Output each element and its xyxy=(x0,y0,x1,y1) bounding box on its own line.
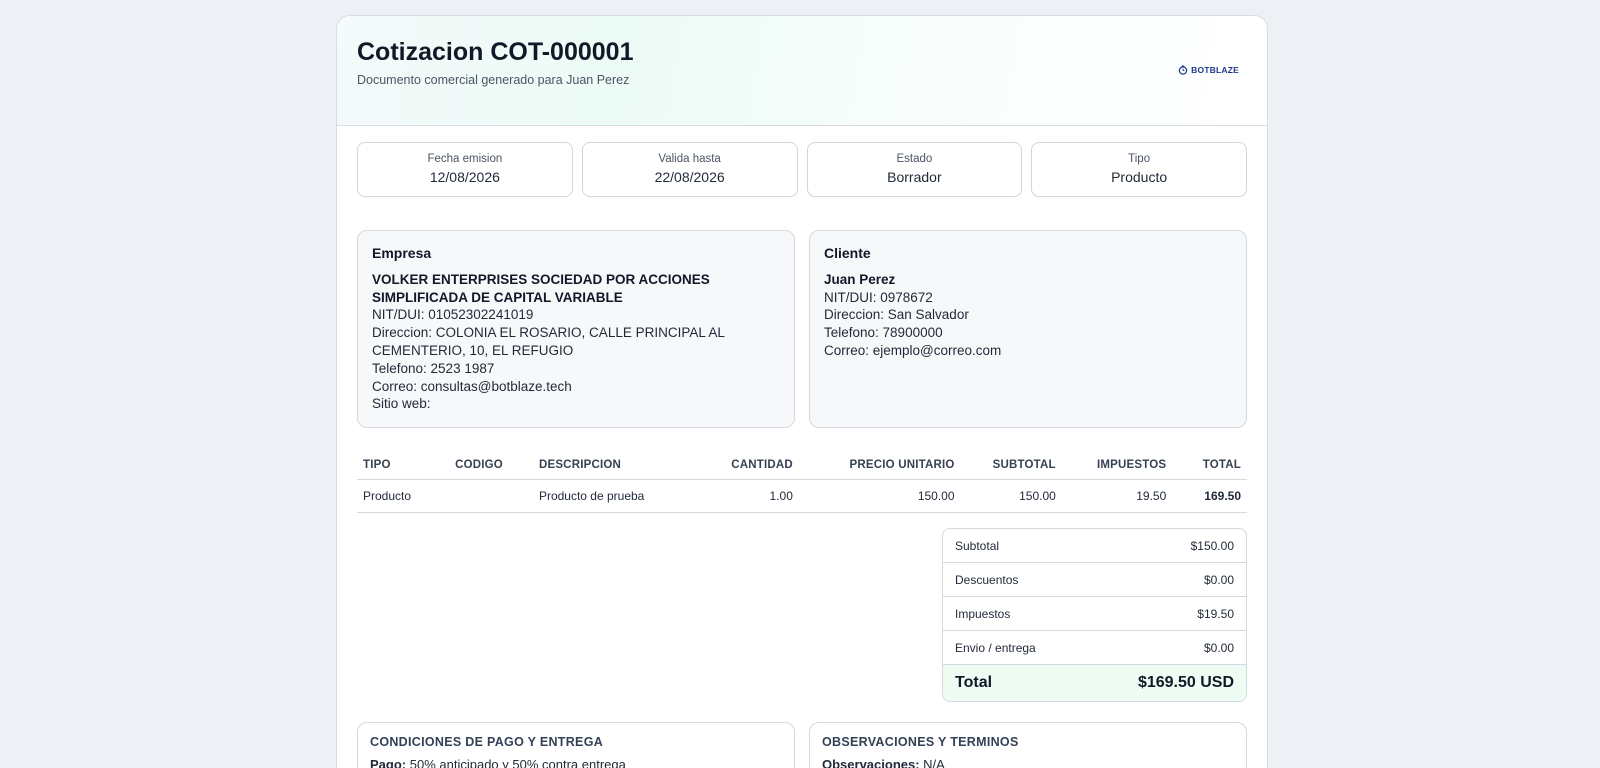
logo-clock-icon xyxy=(1178,65,1188,75)
condiciones-card: CONDICIONES DE PAGO Y ENTREGA Pago: 50% … xyxy=(357,722,795,768)
page-subtitle: Documento comercial generado para Juan P… xyxy=(357,73,630,87)
page-title: Cotizacion COT-000001 xyxy=(357,38,634,66)
logo-text: BOTBLAZE xyxy=(1191,65,1239,75)
cell-descripcion: Producto de prueba xyxy=(532,479,697,513)
meta-value: 22/08/2026 xyxy=(654,169,725,185)
totals-row-descuentos: Descuentos $0.00 xyxy=(943,563,1246,597)
terms-section: CONDICIONES DE PAGO Y ENTREGA Pago: 50% … xyxy=(357,722,1247,768)
pago-text: 50% anticipado y 50% contra entrega xyxy=(409,757,626,768)
observaciones-heading: OBSERVACIONES Y TERMINOS xyxy=(822,735,1019,749)
column-header-descripcion: DESCRIPCION xyxy=(532,452,697,480)
observaciones-label: Observaciones: xyxy=(822,757,920,768)
grand-total-label: Total xyxy=(955,674,993,691)
totals-row-subtotal: Subtotal $150.00 xyxy=(943,529,1246,563)
cell-cantidad: 1.00 xyxy=(696,479,799,513)
totals-value: $0.00 xyxy=(1203,640,1234,655)
table-row: Producto Producto de prueba 1.00 150.00 … xyxy=(357,479,1247,513)
meta-value: Producto xyxy=(1111,169,1168,185)
cliente-card: Cliente Juan Perez NIT/DUI: 0978672 Dire… xyxy=(809,230,1247,428)
condiciones-heading: CONDICIONES DE PAGO Y ENTREGA xyxy=(370,735,604,749)
totals-row-grand-total: Total $169.50 USD xyxy=(943,665,1246,701)
observaciones-value: N/A xyxy=(923,757,945,768)
empresa-nit: NIT/DUI: 01052302241019 xyxy=(372,307,534,323)
items-table: TIPO CODIGO DESCRIPCION CANTIDAD PRECIO … xyxy=(357,452,1247,513)
totals-value: $19.50 xyxy=(1197,606,1234,621)
cliente-telefono: Telefono: 78900000 xyxy=(824,325,943,341)
meta-card-valida-hasta: Valida hasta 22/08/2026 xyxy=(581,142,798,197)
column-header-subtotal: SUBTOTAL xyxy=(960,452,1062,480)
cell-tipo: Producto xyxy=(357,479,450,513)
column-header-precio-unitario: PRECIO UNITARIO xyxy=(798,452,961,480)
cliente-heading: Cliente xyxy=(824,245,871,261)
grand-total-value: $169.50 USD xyxy=(1137,674,1234,691)
pago-label: Pago: xyxy=(370,757,407,768)
meta-value: Borrador xyxy=(887,169,942,185)
meta-label: Fecha emision xyxy=(427,153,503,165)
totals-label: Descuentos xyxy=(955,572,1019,587)
totals-label: Envio / entrega xyxy=(955,640,1036,655)
meta-value: 12/08/2026 xyxy=(429,169,500,185)
empresa-card: Empresa VOLKER ENTERPRISES SOCIEDAD POR … xyxy=(357,230,795,428)
cliente-correo: Correo: ejemplo@correo.com xyxy=(824,342,1002,358)
table-header-row: TIPO CODIGO DESCRIPCION CANTIDAD PRECIO … xyxy=(357,452,1247,480)
document-meta: Fecha emision 12/08/2026 Valida hasta 22… xyxy=(357,142,1247,197)
totals-label: Subtotal xyxy=(955,538,1000,553)
cliente-direccion: Direccion: San Salvador xyxy=(824,307,969,323)
totals-summary: Subtotal $150.00 Descuentos $0.00 Impues… xyxy=(942,528,1247,702)
empresa-heading: Empresa xyxy=(372,245,432,261)
cell-codigo xyxy=(449,479,533,513)
cell-total: 169.50 xyxy=(1172,479,1247,513)
totals-value: $0.00 xyxy=(1203,572,1234,587)
cell-subtotal: 150.00 xyxy=(960,479,1062,513)
totals-row-impuestos: Impuestos $19.50 xyxy=(943,597,1246,631)
meta-label: Estado xyxy=(896,153,933,165)
totals-value: $150.00 xyxy=(1190,538,1234,553)
parties: Empresa VOLKER ENTERPRISES SOCIEDAD POR … xyxy=(357,230,1247,428)
company-logo: BOTBLAZE xyxy=(1178,65,1239,75)
column-header-codigo: CODIGO xyxy=(449,452,533,480)
empresa-name: VOLKER ENTERPRISES SOCIEDAD POR ACCIONES… xyxy=(372,271,710,305)
condiciones-pago: Pago: 50% anticipado y 50% contra entreg… xyxy=(370,757,782,768)
cliente-name: Juan Perez xyxy=(824,271,896,287)
empresa-correo: Correo: consultas@botblaze.tech xyxy=(372,378,572,394)
column-header-cantidad: CANTIDAD xyxy=(696,452,799,480)
column-header-total: TOTAL xyxy=(1172,452,1247,480)
cell-precio-unitario: 150.00 xyxy=(798,479,961,513)
observaciones-card: OBSERVACIONES Y TERMINOS Observaciones: … xyxy=(809,722,1247,768)
meta-card-tipo: Tipo Producto xyxy=(1031,142,1247,197)
column-header-tipo: TIPO xyxy=(357,452,450,480)
meta-label: Valida hasta xyxy=(658,153,721,165)
document-header: Cotizacion COT-000001 Documento comercia… xyxy=(337,16,1267,126)
quote-document: Cotizacion COT-000001 Documento comercia… xyxy=(336,15,1268,768)
meta-label: Tipo xyxy=(1128,153,1151,165)
empresa-direccion: Direccion: COLONIA EL ROSARIO, CALLE PRI… xyxy=(372,325,725,358)
totals-row-envio: Envio / entrega $0.00 xyxy=(943,631,1246,665)
cell-impuestos: 19.50 xyxy=(1061,479,1173,513)
empresa-sitio-web: Sitio web: xyxy=(372,396,431,412)
observaciones-text: Observaciones: N/A xyxy=(822,757,1234,768)
totals-label: Impuestos xyxy=(955,606,1011,621)
meta-card-fecha-emision: Fecha emision 12/08/2026 xyxy=(357,142,573,197)
meta-card-estado: Estado Borrador xyxy=(806,142,1023,197)
column-header-impuestos: IMPUESTOS xyxy=(1061,452,1173,480)
cliente-nit: NIT/DUI: 0978672 xyxy=(824,289,933,305)
empresa-telefono: Telefono: 2523 1987 xyxy=(372,360,495,376)
